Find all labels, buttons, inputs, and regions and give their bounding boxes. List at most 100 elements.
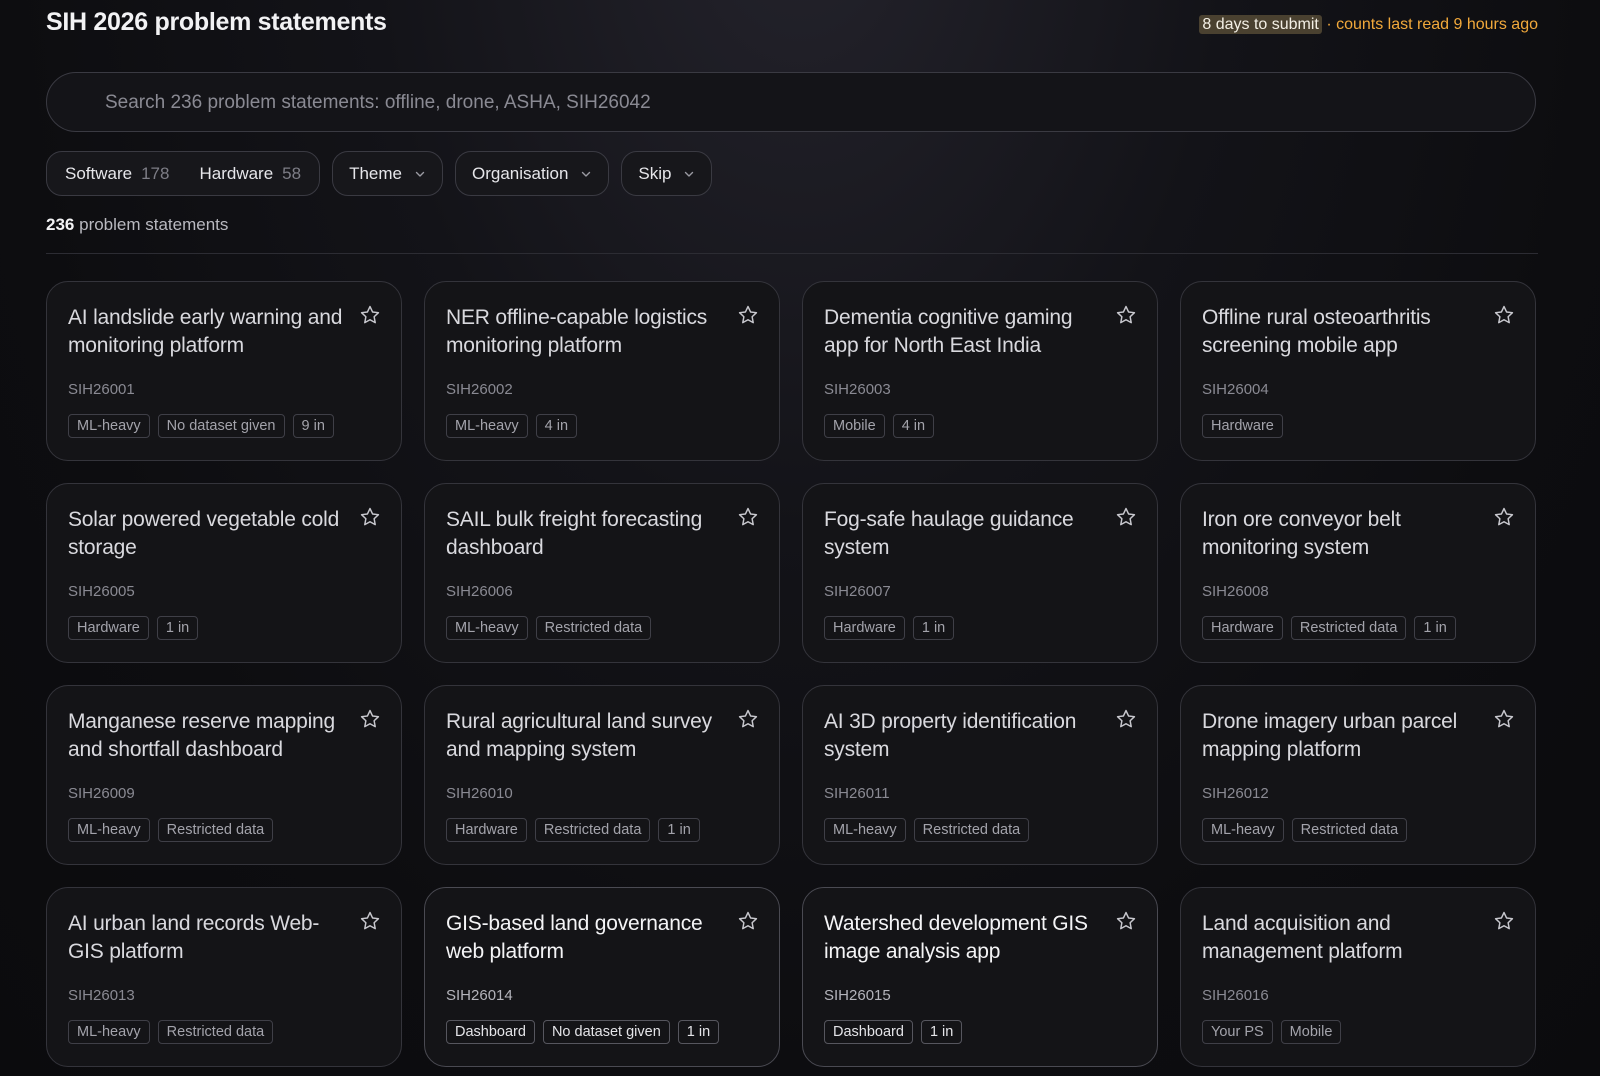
tag-badge: Hardware — [446, 818, 527, 842]
filter-hardware[interactable]: Hardware 58 — [199, 164, 301, 184]
problem-card[interactable]: SAIL bulk freight forecasting dashboard S… — [424, 483, 780, 663]
card-title: Drone imagery urban parcel mapping platf… — [1202, 710, 1458, 761]
card-tags: Hardware Restricted data 1 in — [1202, 616, 1456, 640]
tag-badge: 1 in — [156, 616, 199, 640]
card-tags: ML-heavy Restricted data — [824, 818, 1030, 842]
card-tags: ML-heavy Restricted data — [68, 818, 274, 842]
star-icon[interactable] — [1493, 304, 1515, 326]
card-id: SIH26005 — [68, 583, 135, 600]
card-id: SIH26015 — [824, 987, 891, 1004]
star-icon[interactable] — [1115, 506, 1137, 528]
star-icon[interactable] — [737, 304, 759, 326]
organisation-dropdown-label: Organisation — [472, 163, 569, 183]
card-id: SIH26013 — [68, 987, 135, 1004]
card-title: Offline rural osteoarthritis screening m… — [1202, 306, 1431, 357]
chevron-down-icon — [582, 171, 591, 177]
star-icon[interactable] — [1115, 708, 1137, 730]
card-tags: Mobile 4 in — [824, 414, 935, 438]
divider — [46, 253, 1538, 254]
skip-dropdown[interactable]: Skip — [621, 151, 713, 196]
card-title: Manganese reserve mapping and shortfall … — [68, 710, 335, 761]
results-count-label: problem statements — [79, 215, 229, 234]
problem-statement-grid: AI landslide early warning and monitorin… — [46, 281, 1538, 1067]
star-icon[interactable] — [1493, 910, 1515, 932]
search-input[interactable] — [103, 73, 1487, 133]
tag-badge: 1 in — [920, 1020, 963, 1044]
problem-card[interactable]: GIS-based land governance web platform SI… — [424, 887, 780, 1067]
tag-badge: Your PS — [1202, 1020, 1273, 1044]
card-title: Dementia cognitive gaming app for North … — [824, 306, 1073, 357]
star-icon[interactable] — [737, 506, 759, 528]
card-tags: Your PS Mobile — [1202, 1020, 1342, 1044]
problem-card[interactable]: Fog-safe haulage guidance system SIH26007… — [802, 483, 1158, 663]
card-tags: ML-heavy No dataset given 9 in — [68, 414, 334, 438]
star-icon[interactable] — [737, 708, 759, 730]
tag-badge: Hardware — [68, 616, 149, 640]
card-id: SIH26004 — [1202, 381, 1269, 398]
tag-badge: Mobile — [824, 414, 885, 438]
organisation-dropdown[interactable]: Organisation — [455, 151, 610, 196]
card-id: SIH26016 — [1202, 987, 1269, 1004]
card-tags: Hardware Restricted data 1 in — [446, 818, 700, 842]
star-icon[interactable] — [359, 506, 381, 528]
card-tags: Hardware 1 in — [68, 616, 199, 640]
card-id: SIH26011 — [824, 785, 890, 802]
problem-card[interactable]: Drone imagery urban parcel mapping platf… — [1180, 685, 1536, 865]
star-icon[interactable] — [359, 304, 381, 326]
card-title: Rural agricultural land survey and mappi… — [446, 710, 712, 761]
card-tags: Dashboard 1 in — [824, 1020, 963, 1044]
star-icon[interactable] — [359, 708, 381, 730]
star-icon[interactable] — [737, 910, 759, 932]
card-id: SIH26014 — [446, 987, 513, 1004]
card-title: SAIL bulk freight forecasting dashboard — [446, 508, 703, 559]
problem-card[interactable]: Iron ore conveyor belt monitoring system… — [1180, 483, 1536, 663]
problem-card[interactable]: Solar powered vegetable cold storage SIH2… — [46, 483, 402, 663]
page-title: SIH 2026 problem statements — [46, 8, 387, 36]
tag-badge: Dashboard — [824, 1020, 913, 1044]
tag-badge: Restricted data — [534, 818, 651, 842]
tag-badge: Restricted data — [1291, 818, 1408, 842]
tag-badge: ML-heavy — [68, 1020, 150, 1044]
card-tags: ML-heavy Restricted data — [68, 1020, 274, 1044]
tag-badge: ML-heavy — [446, 414, 528, 438]
star-icon[interactable] — [1493, 506, 1515, 528]
card-id: SIH26012 — [1202, 785, 1269, 802]
tag-badge: Restricted data — [1290, 616, 1407, 640]
card-title: AI landslide early warning and monitorin… — [68, 306, 343, 357]
problem-card[interactable]: Land acquisition and management platform… — [1180, 887, 1536, 1067]
card-id: SIH26001 — [68, 381, 135, 398]
star-icon[interactable] — [359, 910, 381, 932]
problem-card[interactable]: Manganese reserve mapping and shortfall … — [46, 685, 402, 865]
star-icon[interactable] — [1493, 708, 1515, 730]
problem-card[interactable]: Rural agricultural land survey and mappi… — [424, 685, 780, 865]
tag-badge: Mobile — [1280, 1020, 1342, 1044]
card-title: NER offline-capable logistics monitoring… — [446, 306, 708, 357]
tag-badge: ML-heavy — [68, 818, 150, 842]
card-tags: Dashboard No dataset given 1 in — [446, 1020, 720, 1044]
card-id: SIH26003 — [824, 381, 891, 398]
card-title: AI urban land records Web-GIS platform — [68, 912, 320, 963]
filter-software[interactable]: Software 178 — [65, 164, 169, 184]
theme-dropdown[interactable]: Theme — [332, 151, 444, 196]
problem-card[interactable]: AI landslide early warning and monitorin… — [46, 281, 402, 461]
problem-card[interactable]: Offline rural osteoarthritis screening m… — [1180, 281, 1536, 461]
problem-card[interactable]: NER offline-capable logistics monitoring… — [424, 281, 780, 461]
card-tags: ML-heavy 4 in — [446, 414, 578, 438]
tag-badge: Hardware — [1202, 616, 1283, 640]
search-bar[interactable] — [46, 72, 1536, 133]
problem-card[interactable]: Dementia cognitive gaming app for North … — [802, 281, 1158, 461]
page-header: SIH 2026 problem statements 8 days to su… — [46, 8, 1538, 48]
tag-badge: ML-heavy — [68, 414, 150, 438]
tag-badge: 4 in — [892, 414, 935, 438]
problem-card[interactable]: AI urban land records Web-GIS platform SI… — [46, 887, 402, 1067]
card-title: Land acquisition and management platform — [1202, 912, 1403, 963]
card-id: SIH26010 — [446, 785, 513, 802]
problem-card[interactable]: Watershed development GIS image analysis… — [802, 887, 1158, 1067]
category-toggle: Software 178 Hardware 58 — [46, 151, 321, 196]
tag-badge: Hardware — [824, 616, 905, 640]
tag-badge: 1 in — [912, 616, 955, 640]
star-icon[interactable] — [1115, 304, 1137, 326]
star-icon[interactable] — [1115, 910, 1137, 932]
problem-card[interactable]: AI 3D property identification system SIH2… — [802, 685, 1158, 865]
counts-freshness-note: · counts last read 9 hours ago — [1326, 16, 1538, 33]
